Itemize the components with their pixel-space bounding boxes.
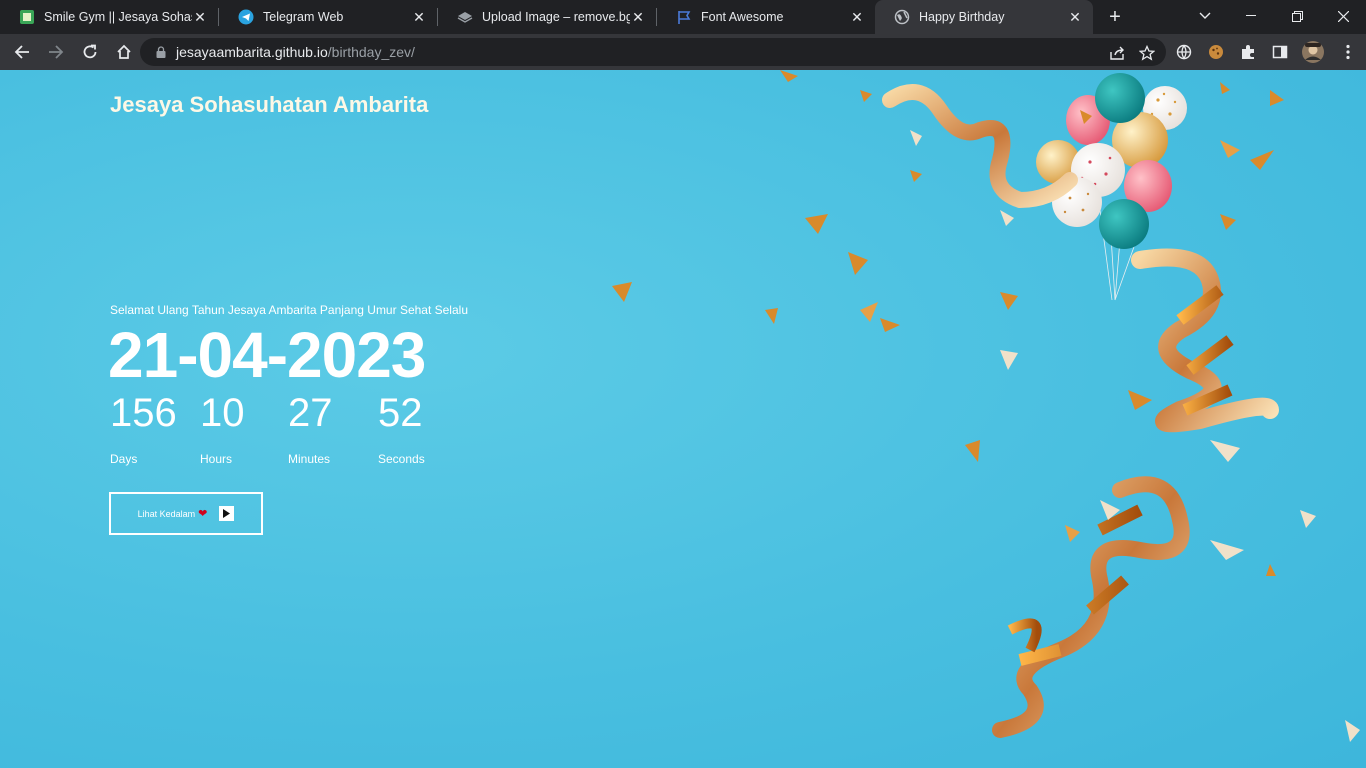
birthday-page: Jesaya Sohasuhatan Ambarita Selamat Ulan… bbox=[0, 70, 1366, 768]
countdown-label: Days bbox=[110, 452, 138, 466]
globe-icon bbox=[894, 9, 910, 25]
close-icon[interactable]: ✕ bbox=[630, 9, 646, 25]
birthday-date: 21-04-2023 bbox=[108, 319, 426, 391]
countdown-value: 10 bbox=[200, 391, 245, 435]
gym-icon bbox=[19, 9, 35, 25]
countdown-label: Minutes bbox=[288, 452, 331, 466]
countdown-seconds: 52 Seconds bbox=[378, 390, 425, 466]
new-tab-button[interactable]: + bbox=[1101, 3, 1129, 31]
menu-kebab-icon[interactable] bbox=[1338, 42, 1358, 62]
url-host: jesayaambarita.github.io bbox=[176, 44, 328, 60]
profile-avatar[interactable] bbox=[1301, 40, 1325, 64]
tab-remove-bg[interactable]: Upload Image – remove.bg ✕ bbox=[438, 0, 656, 34]
tab-search-chevron-icon[interactable] bbox=[1182, 0, 1228, 32]
heart-icon: ❤ bbox=[198, 508, 208, 520]
view-inside-button[interactable]: Lihat Kedalam ❤ bbox=[109, 492, 263, 535]
tab-font-awesome[interactable]: Font Awesome ✕ bbox=[657, 0, 875, 34]
address-bar[interactable]: jesayaambarita.github.io/birthday_zev/ bbox=[140, 38, 1166, 66]
tab-title: Smile Gym || Jesaya Sohasuhatan bbox=[44, 10, 192, 24]
close-icon[interactable]: ✕ bbox=[1067, 9, 1083, 25]
url-text: jesayaambarita.github.io/birthday_zev/ bbox=[176, 44, 415, 60]
countdown-minutes: 27 Minutes bbox=[288, 390, 333, 466]
tab-title: Upload Image – remove.bg bbox=[482, 10, 630, 24]
close-icon[interactable]: ✕ bbox=[192, 9, 208, 25]
play-icon bbox=[219, 506, 235, 521]
balloons-confetti-illustration bbox=[612, 70, 1360, 742]
tab-telegram[interactable]: Telegram Web ✕ bbox=[219, 0, 437, 34]
extensions-puzzle-icon[interactable] bbox=[1238, 42, 1258, 62]
countdown-hours: 10 Hours bbox=[200, 390, 245, 466]
omnibox-actions bbox=[1108, 44, 1156, 62]
tab-title: Telegram Web bbox=[263, 10, 344, 24]
close-icon[interactable]: ✕ bbox=[849, 9, 865, 25]
bookmark-star-icon[interactable] bbox=[1138, 44, 1156, 62]
birthday-greeting: Selamat Ulang Tahun Jesaya Ambarita Panj… bbox=[110, 303, 468, 317]
tab-smile-gym[interactable]: Smile Gym || Jesaya Sohasuhatan ✕ bbox=[0, 0, 218, 34]
forward-icon[interactable] bbox=[40, 36, 72, 68]
side-panel-icon[interactable] bbox=[1270, 42, 1290, 62]
cookie-icon[interactable] bbox=[1206, 42, 1226, 62]
countdown-days: 156 Days bbox=[110, 390, 177, 466]
vpn-globe-icon[interactable] bbox=[1174, 42, 1194, 62]
url-path: /birthday_zev/ bbox=[327, 44, 415, 60]
flag-icon bbox=[676, 9, 692, 25]
telegram-icon bbox=[238, 9, 254, 25]
countdown-value: 27 bbox=[288, 391, 333, 435]
minimize-icon[interactable] bbox=[1228, 0, 1274, 32]
tab-happy-birthday[interactable]: Happy Birthday ✕ bbox=[875, 0, 1093, 34]
layers-icon bbox=[457, 9, 473, 25]
share-icon[interactable] bbox=[1108, 44, 1126, 62]
close-window-icon[interactable] bbox=[1320, 0, 1366, 32]
restore-icon[interactable] bbox=[1274, 0, 1320, 32]
countdown-value: 156 bbox=[110, 391, 177, 435]
view-inside-label: Lihat Kedalam bbox=[137, 508, 196, 519]
back-icon[interactable] bbox=[6, 36, 38, 68]
tab-title: Font Awesome bbox=[701, 10, 784, 24]
tab-title: Happy Birthday bbox=[919, 10, 1005, 24]
reload-icon[interactable] bbox=[74, 36, 106, 68]
close-icon[interactable]: ✕ bbox=[411, 9, 427, 25]
home-icon[interactable] bbox=[108, 36, 140, 68]
lock-icon[interactable] bbox=[154, 45, 168, 59]
countdown-label: Hours bbox=[200, 452, 233, 466]
browser-toolbar: jesayaambarita.github.io/birthday_zev/ bbox=[0, 34, 1366, 70]
tab-strip: Smile Gym || Jesaya Sohasuhatan ✕ Telegr… bbox=[0, 0, 1366, 34]
countdown-label: Seconds bbox=[378, 452, 425, 466]
site-brand[interactable]: Jesaya Sohasuhatan Ambarita bbox=[110, 92, 428, 118]
countdown-value: 52 bbox=[378, 391, 423, 435]
